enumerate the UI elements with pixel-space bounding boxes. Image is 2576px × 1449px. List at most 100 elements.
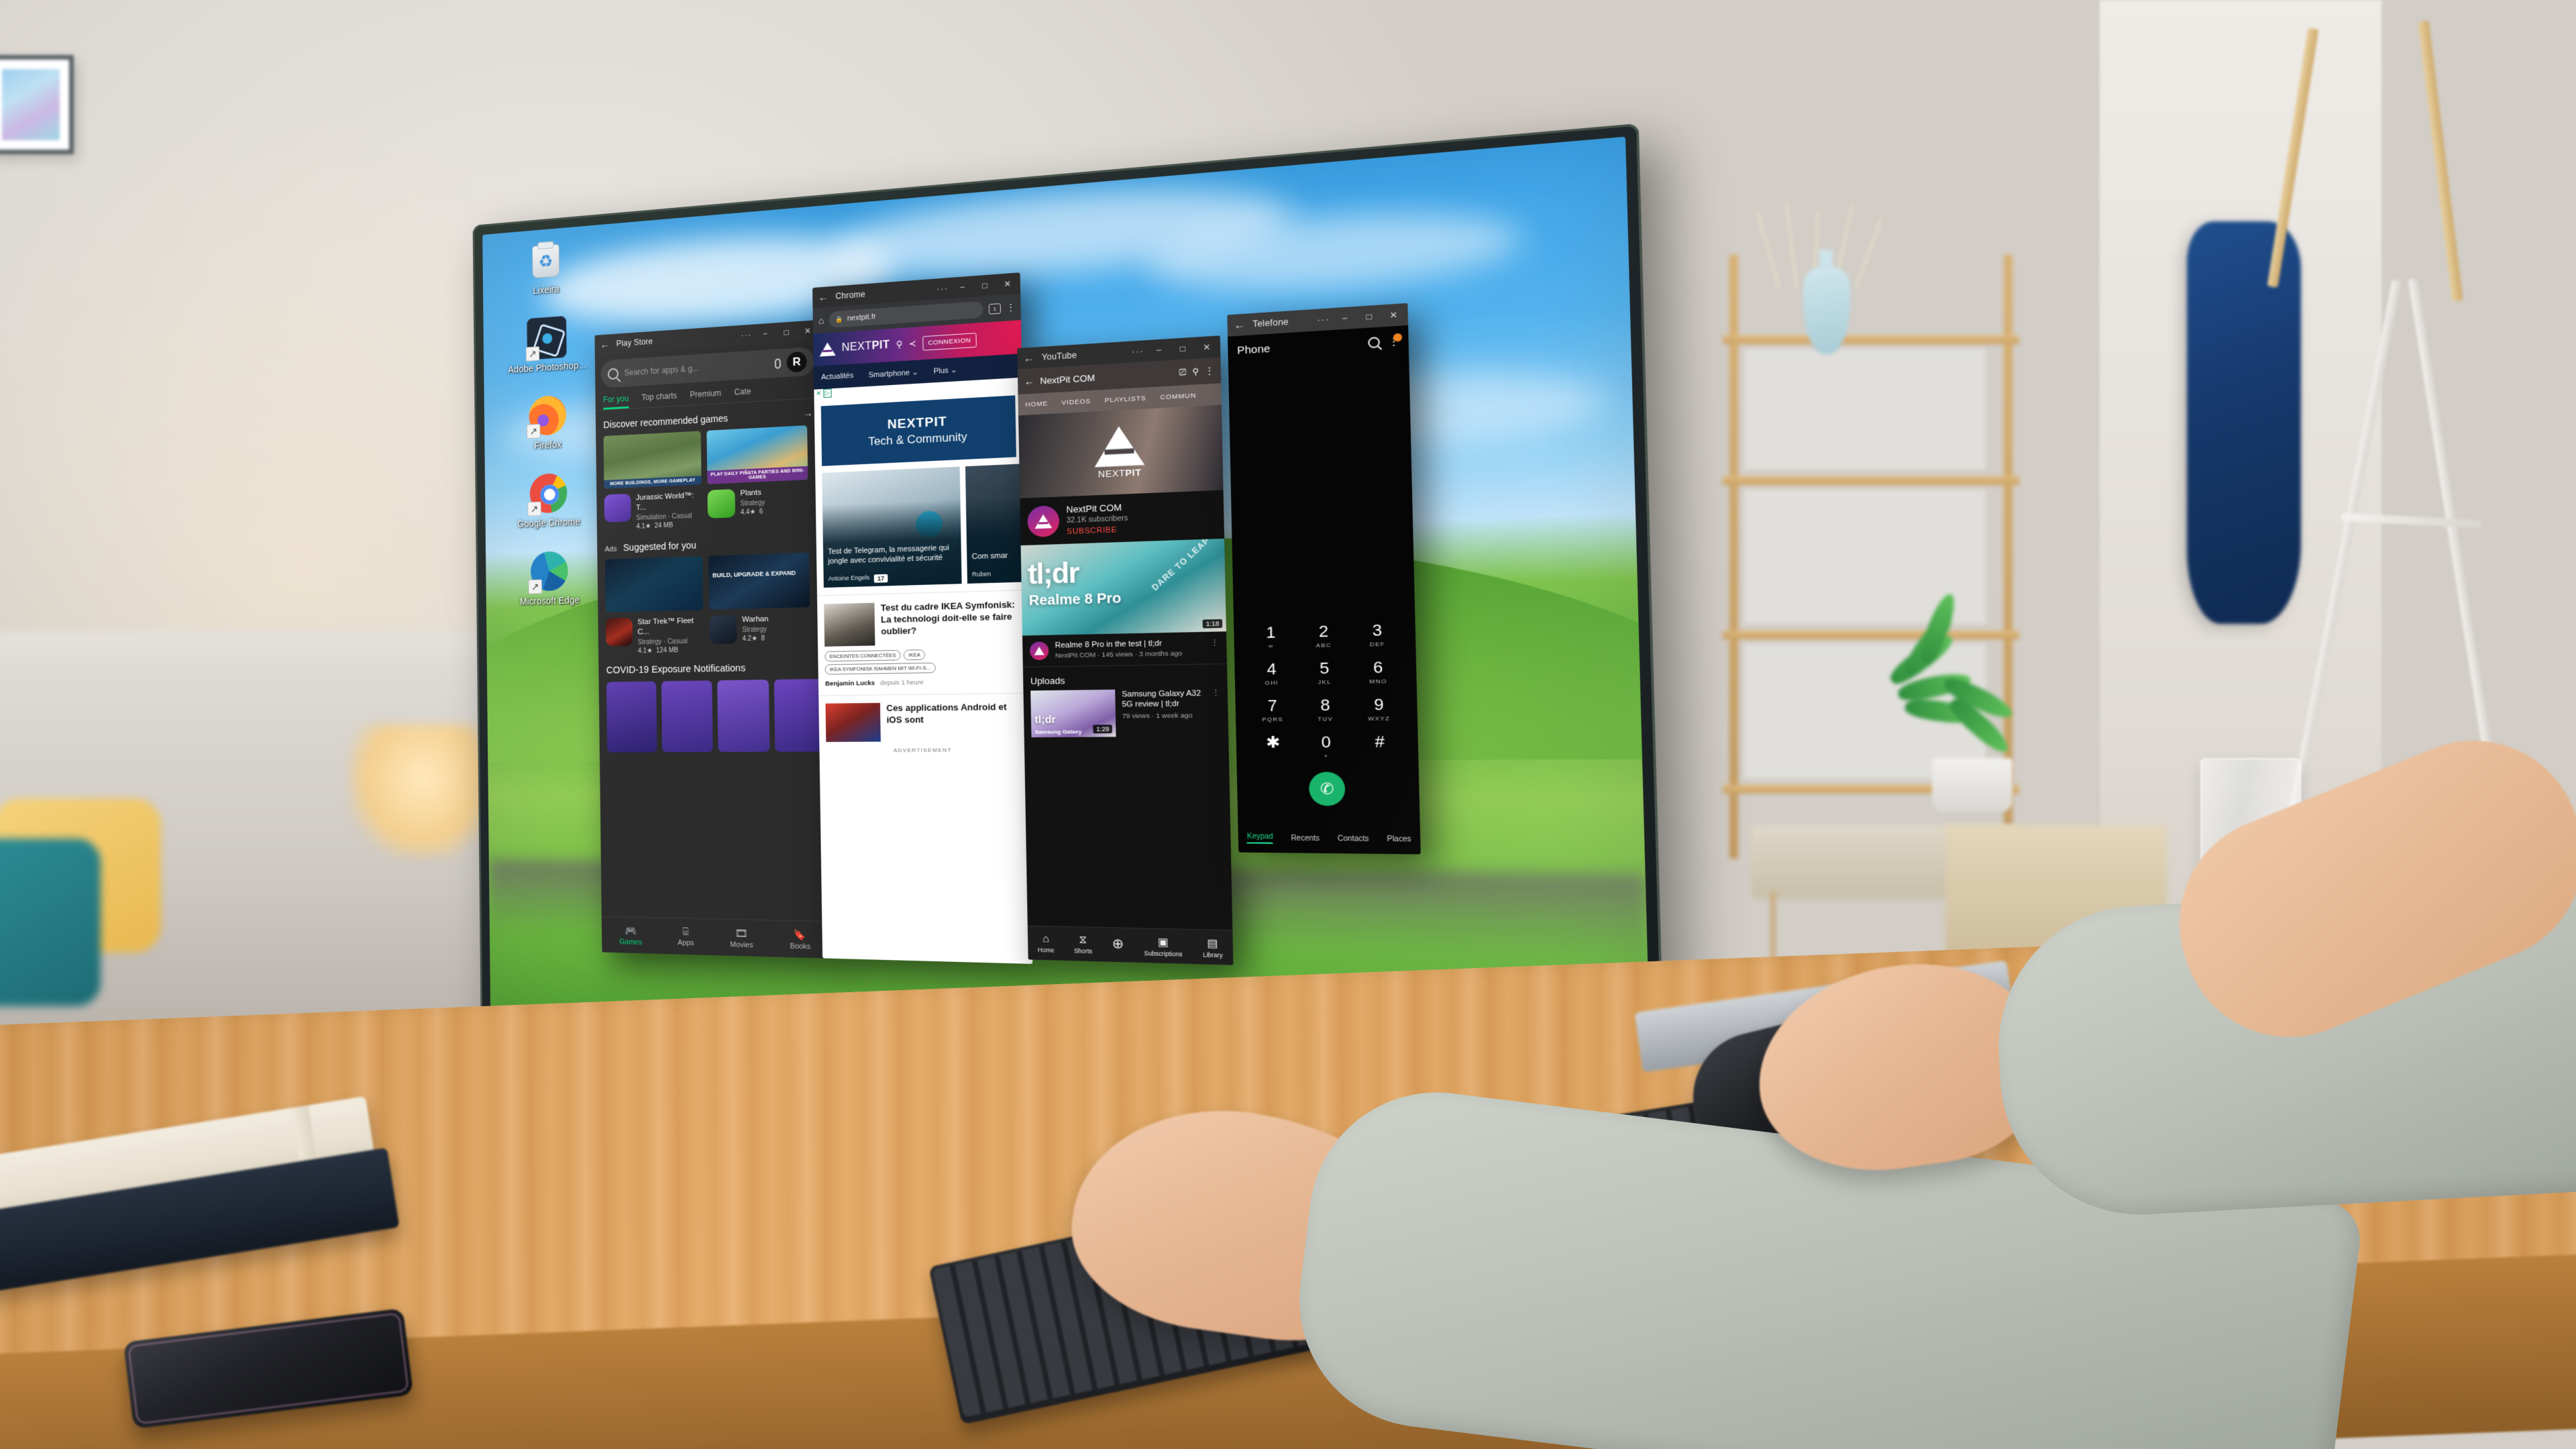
back-icon[interactable]: ← [1022,352,1036,364]
minimize-button[interactable]: − [757,329,773,339]
play-store-bottom-nav[interactable]: 🎮 Games ⌸ Apps 🎞 Movies 🔖 Books [601,916,830,959]
tab-home[interactable]: HOME [1025,400,1048,409]
kebab-menu-icon[interactable]: ⋮ [1212,688,1221,737]
minimize-button[interactable]: − [1335,313,1354,324]
share-icon[interactable]: ≺ [908,338,916,350]
maximize-button[interactable]: □ [778,327,794,337]
back-icon[interactable]: ← [1232,319,1247,332]
tab-top-charts[interactable]: Top charts [641,391,677,408]
dial-key-4[interactable]: 4 GHI [1245,659,1298,686]
tab-categories[interactable]: Cate [734,386,751,402]
nav-item-smartphone[interactable]: Smartphone ⌄ [869,367,918,379]
tab-keypad[interactable]: Keypad [1246,832,1274,844]
nav-item-games[interactable]: 🎮 Games [619,924,642,947]
search-icon[interactable]: ⚲ [1192,366,1199,377]
dialpad[interactable]: 1 ∞ 2 ABC 3 DEF 4 GHI 5 JKL 6 MNO 7 PQRS 8 TUV 9… [1234,621,1419,806]
nav-item-home[interactable]: ⌂ Home [1038,932,1055,954]
more-options-icon[interactable]: ··· [1317,314,1330,325]
login-button[interactable]: CONNEXION [922,332,977,351]
ad-card[interactable]: BUILD, UPGRADE & EXPAND Warhan Strategy … [708,552,810,653]
kebab-menu-icon[interactable]: ⋮ [1205,366,1214,376]
tab-contacts[interactable]: Contacts [1338,835,1369,843]
maximize-button[interactable]: □ [1173,343,1191,354]
tab-recents[interactable]: Recents [1291,834,1320,842]
phone-window[interactable]: ← Telefone ··· − □ ✕ Phone ⋮ 1 ∞ 2 ABC 3… [1227,303,1421,855]
adchoices-icon[interactable]: ▷ [822,388,833,398]
upload-list-item[interactable]: tl;dr Samsung Galaxy 1:29 Samsung Galaxy… [1024,688,1229,743]
call-button[interactable]: ✆ [1308,771,1346,806]
featured-video-meta[interactable]: Realme 8 Pro in the test | tl;dr NextPit… [1022,631,1227,667]
dial-key-1[interactable]: 1 ∞ [1244,623,1297,650]
back-icon[interactable]: ← [598,339,611,351]
phone-bottom-tabs[interactable]: Keypad Recents Contacts Places [1238,823,1420,855]
dial-key-7[interactable]: 7 PQRS [1246,696,1299,723]
article-item[interactable]: Test du cadre IKEA Symfonisk: La technol… [817,590,1027,647]
back-icon[interactable]: ← [1024,375,1034,387]
search-icon[interactable]: ⚲ [896,339,902,350]
nav-item-movies[interactable]: 🎞 Movies [730,927,753,949]
article-tag[interactable]: IKEA [903,649,926,661]
tab-counter[interactable]: 1 [988,303,1001,315]
more-options-icon[interactable]: ··· [741,330,751,340]
tab-for-you[interactable]: For you [603,394,629,410]
avatar[interactable]: R [786,351,807,373]
covid-card[interactable] [717,679,770,752]
app-row[interactable]: Star Trek™ Fleet C... Strategy · Casual … [605,610,704,655]
nav-item-apps[interactable]: ⌸ Apps [678,926,694,947]
home-icon[interactable]: ⌂ [818,315,824,326]
tab-places[interactable]: Places [1387,835,1411,844]
nav-item-books[interactable]: 🔖 Books [790,928,810,951]
play-store-window[interactable]: ← Play Store ··· − □ ✕ Search for apps &… [594,319,830,959]
dial-key-8[interactable]: 8 TUV [1299,696,1352,722]
nav-item-create[interactable]: ⊕ [1112,936,1124,954]
dial-key-9[interactable]: 9 WXYZ [1352,695,1406,722]
dial-key-2[interactable]: 2 ABC [1297,622,1350,649]
subscribe-button[interactable]: SUBSCRIBE [1067,525,1128,536]
ad-close-icon[interactable]: ✕ [816,390,821,398]
more-options-icon[interactable]: ··· [936,283,948,294]
app-row[interactable]: Jurassic World™: T... Simulation · Casua… [604,484,702,531]
article-tag[interactable]: ENCEINTES CONNECTÉES [824,649,901,662]
nav-item-actualites[interactable]: Actualités [821,372,853,382]
dial-key-3[interactable]: 3 DEF [1350,621,1404,648]
ad-card[interactable]: Star Trek™ Fleet C... Strategy · Casual … [604,555,704,655]
nav-item-plus[interactable]: Plus ⌄ [933,365,957,375]
maximize-button[interactable]: □ [976,280,994,290]
dial-key-6[interactable]: 6 MNO [1351,658,1405,685]
kebab-menu-icon[interactable]: ⋮ [1210,638,1219,647]
nav-item-library[interactable]: ▤ Library [1203,936,1223,959]
tab-playlists[interactable]: PLAYLISTS [1105,394,1146,405]
article-item[interactable]: Ces applications Android et iOS sont [818,694,1028,743]
app-row[interactable]: Plants Strategy 4.4★ 6 [707,480,808,519]
desktop-icon-firefox[interactable]: ↗ Firefox [501,392,594,453]
dial-key-star[interactable]: ✱ [1247,733,1300,760]
minimize-button[interactable]: − [954,282,971,292]
cast-icon[interactable]: ⎚ [1179,367,1186,378]
game-card[interactable]: MORE BUILDINGS, MORE GAMEPLAY Jurassic W… [603,431,702,531]
tab-videos[interactable]: VIDEOS [1061,397,1091,407]
covid-card[interactable] [606,681,657,753]
dial-key-hash[interactable]: # [1352,733,1407,759]
tab-premium[interactable]: Premium [690,388,721,405]
tab-community[interactable]: COMMUN [1160,391,1196,401]
chevron-right-icon[interactable]: → [803,407,813,419]
covid-card[interactable] [661,680,713,753]
kebab-menu-icon[interactable]: ⋮ [1006,303,1015,313]
dial-key-0[interactable]: 0 + [1299,733,1353,759]
desktop-icon-microsoft-edge[interactable]: ↗ Microsoft Edge [503,549,597,607]
close-button[interactable]: ✕ [1197,341,1216,353]
feature-card[interactable]: Test de Telegram, la messagerie qui jong… [822,466,962,588]
game-card[interactable]: PLAY DAILY PIÑATA PARTIES AND MINI-GAMES… [706,425,808,528]
desktop-icon-recycle-bin[interactable]: Lixeira [500,236,593,299]
youtube-bottom-nav[interactable]: ⌂ Home ⧖ Shorts ⊕ ▣ Subscriptions ▤ Libr… [1027,925,1234,965]
desktop-icon-google-chrome[interactable]: ↗ Google Chrome [502,470,596,530]
featured-video-thumbnail[interactable]: tl;dr Realme 8 Pro DARE TO LEAP 1:18 [1020,538,1226,636]
desktop-icon-adobe-photoshop[interactable]: ↗ Adobe Photoshop... [500,314,594,376]
close-button[interactable]: ✕ [999,278,1016,289]
more-options-icon[interactable]: ··· [1132,346,1144,357]
dial-key-5[interactable]: 5 JKL [1297,659,1351,686]
search-icon[interactable] [1368,336,1381,349]
nav-item-shorts[interactable]: ⧖ Shorts [1074,934,1092,955]
back-icon[interactable]: ← [816,291,830,304]
nav-item-subscriptions[interactable]: ▣ Subscriptions [1144,934,1182,957]
